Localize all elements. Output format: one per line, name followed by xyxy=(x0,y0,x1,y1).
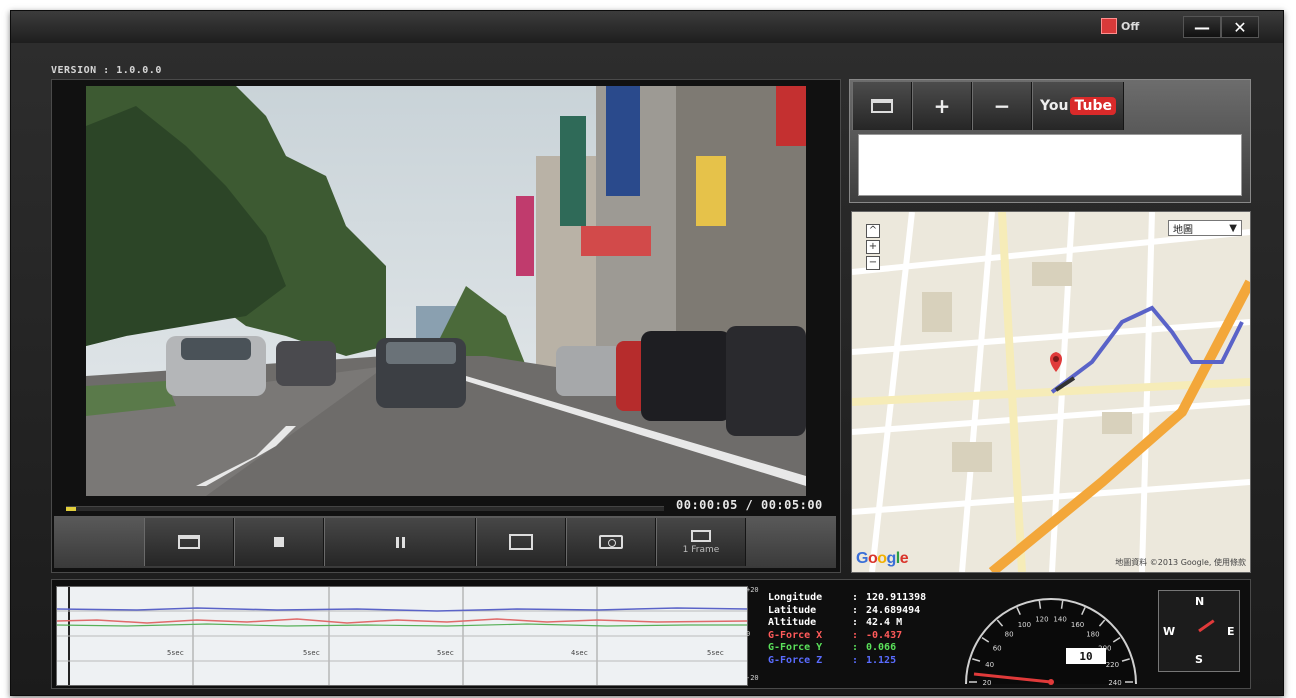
open-file-button[interactable] xyxy=(144,518,234,566)
gsensor-time-label: 5sec xyxy=(167,649,184,657)
map-type-label: 地圖 xyxy=(1173,224,1193,236)
telemetry-key: G-Force X xyxy=(768,629,823,641)
version-label: VERSION : 1.0.0.0 xyxy=(51,65,162,76)
gsensor-scale-mid: 0 xyxy=(746,630,751,638)
speedometer: 20406080100120140160180200220240 xyxy=(965,598,1137,686)
telemetry-value: 120.911398 xyxy=(866,592,927,603)
telemetry-value: 1.125 xyxy=(866,654,897,666)
progress-bar[interactable] xyxy=(66,506,664,511)
youtube-logo-icon: You Tube xyxy=(1040,97,1116,115)
video-image xyxy=(86,86,806,496)
snapshot-button[interactable] xyxy=(566,518,656,566)
remove-button[interactable]: − xyxy=(972,82,1032,130)
map-panel[interactable]: ^ + − 地圖 ▼ Google 地圖資料 ©2013 Google, 使用條… xyxy=(851,211,1251,573)
youtube-logo-you: You xyxy=(1040,98,1069,114)
telemetry-value: 42.4 M xyxy=(866,617,903,628)
speed-tick-label: 140 xyxy=(1053,616,1066,624)
telemetry-readout: Longitude:120.911398 Latitude:24.689494 Al… xyxy=(768,592,926,667)
minimize-button[interactable]: — xyxy=(1183,16,1221,38)
telemetry-key: Longitude xyxy=(768,592,823,603)
telemetry-row: G-Force Z:1.125 xyxy=(768,654,897,666)
compass: N E S W xyxy=(1158,590,1240,672)
gsensor-plot xyxy=(57,587,747,685)
share-file-list[interactable] xyxy=(858,134,1242,196)
gsensor-time-label: 4sec xyxy=(571,649,588,657)
record-toggle-label: Off xyxy=(1121,19,1140,33)
telemetry-value: 24.689494 xyxy=(866,604,921,616)
playback-controls: 1 Frame xyxy=(54,516,836,568)
add-button[interactable]: + xyxy=(912,82,972,130)
gsensor-time-label: 5sec xyxy=(707,649,724,657)
title-bar: Off — ✕ xyxy=(11,11,1283,43)
map-image xyxy=(852,212,1250,572)
speed-tick-label: 60 xyxy=(993,644,1002,652)
record-toggle[interactable]: Off xyxy=(1101,18,1139,34)
frame-step-button[interactable]: 1 Frame xyxy=(656,518,746,566)
gsensor-graph: 5sec 5sec 5sec 4sec 5sec xyxy=(56,586,748,686)
gsensor-scale-top: +20 xyxy=(746,586,759,594)
telemetry-key: G-Force Z xyxy=(768,654,823,666)
folder-icon xyxy=(178,535,200,549)
speed-tick-label: 180 xyxy=(1086,631,1099,639)
speed-tick-label: 100 xyxy=(1018,621,1031,629)
speed-tick-label: 80 xyxy=(1005,631,1014,639)
telemetry-row: Altitude:42.4 M xyxy=(768,617,903,628)
telemetry-row: G-Force Y:0.066 xyxy=(768,642,897,653)
fullscreen-icon xyxy=(509,534,533,550)
timecode: 00:00:05 / 00:05:00 xyxy=(676,498,823,512)
speed-tick-label: 20 xyxy=(983,679,992,686)
speed-tick-label: 40 xyxy=(985,661,994,669)
app-window: Off — ✕ VERSION : 1.0.0.0 00:00:05 / 00:… xyxy=(10,10,1284,696)
camera-icon xyxy=(599,535,623,549)
map-pan-up-button[interactable]: ^ xyxy=(866,224,880,238)
telemetry-value: -0.437 xyxy=(866,629,903,641)
fullscreen-button[interactable] xyxy=(476,518,566,566)
map-zoom-controls: ^ + − xyxy=(862,222,884,272)
telemetry-key: Latitude xyxy=(768,604,817,616)
gsensor-scale-bottom: -20 xyxy=(746,674,759,682)
frame-icon xyxy=(691,529,711,542)
stop-button[interactable] xyxy=(234,518,324,566)
speed-tick-label: 160 xyxy=(1071,621,1084,629)
map-type-selector[interactable]: 地圖 ▼ xyxy=(1168,220,1242,236)
telemetry-key: Altitude xyxy=(768,617,817,628)
gsensor-time-label: 5sec xyxy=(437,649,454,657)
telemetry-row: Latitude:24.689494 xyxy=(768,604,921,616)
stop-icon xyxy=(274,537,284,547)
map-attribution[interactable]: 地圖資料 ©2013 Google, 使用條款 xyxy=(1115,557,1246,568)
telemetry-value: 0.066 xyxy=(866,642,897,653)
telemetry-row: G-Force X: -0.437 xyxy=(768,629,903,641)
frame-step-label: 1 Frame xyxy=(682,544,720,555)
video-panel: 00:00:05 / 00:05:00 1 Frame xyxy=(51,79,841,573)
youtube-logo-tube: Tube xyxy=(1070,97,1116,115)
speed-tick-label: 220 xyxy=(1106,661,1119,669)
share-toolbar: + − You Tube xyxy=(852,82,1124,130)
telemetry-key: G-Force Y xyxy=(768,642,823,653)
google-logo: Google xyxy=(856,550,909,567)
youtube-upload-button[interactable]: You Tube xyxy=(1032,82,1124,130)
speed-value: 10 xyxy=(1066,648,1106,664)
record-indicator-icon xyxy=(1101,18,1117,34)
video-frame[interactable] xyxy=(86,86,806,496)
close-button[interactable]: ✕ xyxy=(1221,16,1259,38)
pause-icon xyxy=(395,536,405,548)
map-zoom-in-button[interactable]: + xyxy=(866,240,880,254)
folder-icon xyxy=(871,99,893,113)
gsensor-time-label: 5sec xyxy=(303,649,320,657)
progress-fill xyxy=(66,507,77,511)
map-zoom-out-button[interactable]: − xyxy=(866,256,880,270)
telemetry-row: Longitude:120.911398 xyxy=(768,592,927,603)
speed-tick-label: 240 xyxy=(1108,679,1121,686)
share-panel: + − You Tube xyxy=(849,79,1251,203)
compass-needle xyxy=(1198,619,1215,633)
sensor-panel: 5sec 5sec 5sec 4sec 5sec +20 0 -20 Longi… xyxy=(51,579,1251,689)
chevron-down-icon: ▼ xyxy=(1229,222,1237,234)
speed-tick-label: 120 xyxy=(1035,616,1048,624)
pause-button[interactable] xyxy=(324,518,476,566)
open-folder-button[interactable] xyxy=(852,82,912,130)
